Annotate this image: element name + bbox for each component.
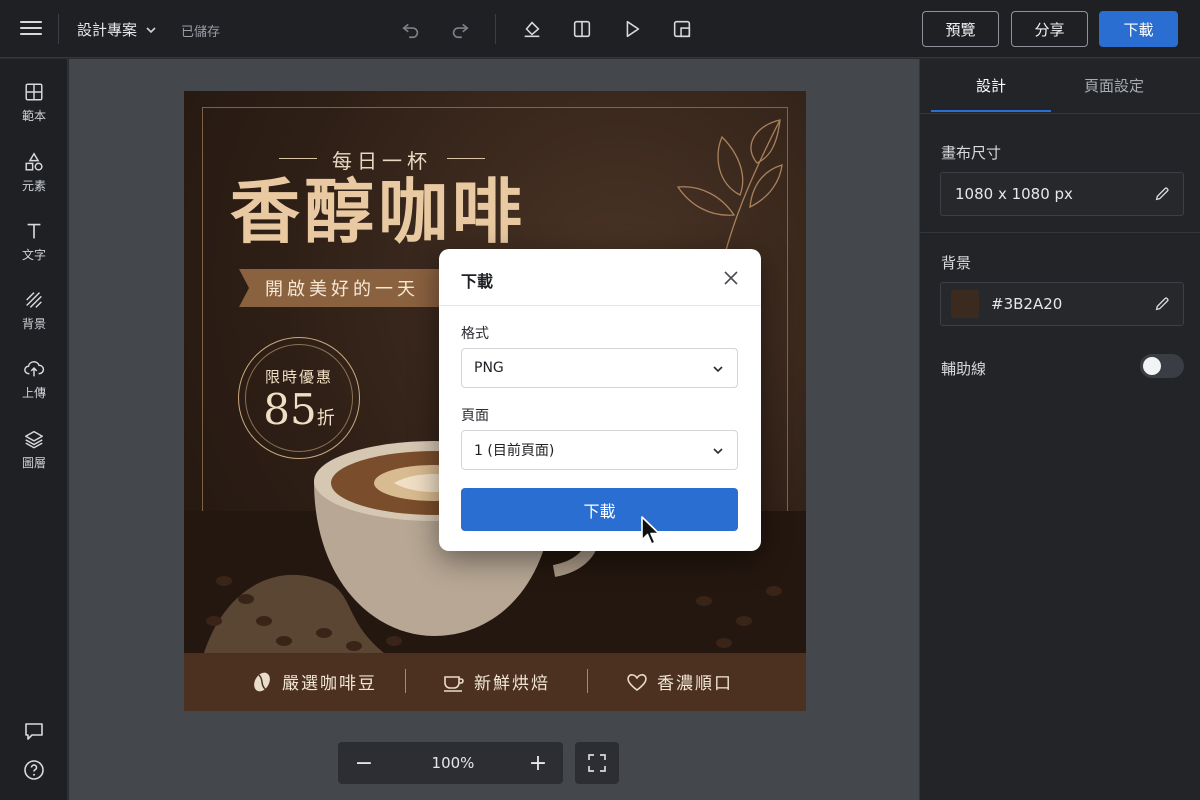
divider xyxy=(58,14,59,44)
color-swatch[interactable] xyxy=(951,290,979,318)
undo-icon[interactable] xyxy=(398,16,424,42)
coffee-bean-icon xyxy=(254,672,270,691)
page-value: 1 (目前頁面) xyxy=(474,443,555,459)
zoom-level: 100% xyxy=(431,754,475,772)
saved-status: 已儲存 xyxy=(181,25,221,40)
canvas-size-value: 1080 x 1080 px xyxy=(955,185,1073,203)
canvas-size-field[interactable]: 1080 x 1080 px xyxy=(940,172,1184,216)
heart-icon xyxy=(627,673,647,691)
background-color-value: #3B2A20 xyxy=(991,295,1063,313)
sidebar-item-upload[interactable]: 上傳 xyxy=(0,354,68,410)
background-label: 背景 xyxy=(941,254,972,272)
template-icon xyxy=(25,83,43,101)
download-button[interactable]: 下載 xyxy=(1099,11,1178,47)
badge-line: 限時優惠 xyxy=(264,367,333,386)
dialog-title: 下載 xyxy=(461,272,494,291)
project-name: 設計專案 xyxy=(77,21,138,39)
format-label: 格式 xyxy=(461,326,489,342)
divider xyxy=(495,14,496,44)
page-select[interactable]: 1 (目前頁面) xyxy=(461,430,738,470)
divider xyxy=(405,669,406,693)
divider xyxy=(587,669,588,693)
sidebar-item-elements[interactable]: 元素 xyxy=(0,147,68,203)
play-icon[interactable] xyxy=(619,16,645,42)
chevron-down-icon xyxy=(146,26,156,33)
split-view-icon[interactable] xyxy=(569,16,595,42)
dialog-download-button[interactable]: 下載 xyxy=(461,488,738,531)
coffee-cup-icon xyxy=(444,675,464,692)
zoom-out-button[interactable]: − xyxy=(350,749,378,777)
top-bar: 設計專案 已儲存 預覽 分享 下載 xyxy=(0,0,1200,58)
upload-icon xyxy=(24,361,45,377)
help-icon[interactable] xyxy=(22,758,46,782)
chevron-down-icon xyxy=(713,448,723,455)
preview-button[interactable]: 預覽 xyxy=(922,11,999,47)
fill-icon[interactable] xyxy=(519,16,545,42)
elements-icon xyxy=(25,152,43,171)
comment-icon[interactable] xyxy=(22,719,46,743)
guides-label: 輔助線 xyxy=(941,360,987,378)
sidebar-item-label: 圖層 xyxy=(21,456,46,470)
share-button[interactable]: 分享 xyxy=(1011,11,1088,47)
fullscreen-icon xyxy=(588,754,606,772)
close-icon[interactable] xyxy=(721,268,741,288)
format-select[interactable]: PNG xyxy=(461,348,738,388)
download-dialog: 下載 格式 PNG 頁面 1 (目前頁面) 下載 xyxy=(439,249,761,551)
sidebar-item-layers[interactable]: 圖層 xyxy=(0,424,68,480)
page-label: 頁面 xyxy=(461,408,489,424)
layers-icon xyxy=(25,430,43,449)
sidebar-item-text[interactable]: 文字 xyxy=(0,216,68,272)
fullscreen-button[interactable] xyxy=(575,742,619,784)
properties-panel: 設計 頁面設定 畫布尺寸 1080 x 1080 px 背景 #3B2A20 輔… xyxy=(919,59,1200,800)
zoom-in-button[interactable]: + xyxy=(524,749,552,777)
divider xyxy=(920,232,1200,233)
sidebar-item-background[interactable]: 背景 xyxy=(0,285,68,341)
sidebar-item-templates[interactable]: 範本 xyxy=(0,77,68,133)
hamburger-menu-icon[interactable] xyxy=(18,17,44,41)
feature-item: 新鮮烘焙 xyxy=(442,669,550,694)
toggle-knob xyxy=(1143,357,1161,375)
divider xyxy=(920,113,1200,114)
resize-icon[interactable] xyxy=(669,16,695,42)
coffee-leaf-illustration xyxy=(676,119,783,265)
headline: 香醇咖啡 xyxy=(230,170,526,253)
project-name-dropdown[interactable]: 設計專案 xyxy=(77,19,157,40)
text-icon xyxy=(27,223,41,239)
edit-pencil-icon[interactable] xyxy=(1153,295,1171,313)
tab-page-settings[interactable]: 頁面設定 xyxy=(1084,75,1144,96)
active-tab-indicator xyxy=(931,110,1051,112)
sidebar-item-label: 元素 xyxy=(21,179,46,193)
background-icon xyxy=(26,292,42,308)
background-color-field[interactable]: #3B2A20 xyxy=(940,282,1184,326)
zoom-controls: − 100% + xyxy=(338,742,563,784)
divider xyxy=(439,305,761,306)
tab-design[interactable]: 設計 xyxy=(976,75,1006,96)
canvas-size-label: 畫布尺寸 xyxy=(941,144,1002,162)
chevron-down-icon xyxy=(713,366,723,373)
feature-item: 嚴選咖啡豆 xyxy=(250,669,377,694)
left-sidebar: 範本 元素 文字 背景 上傳 圖層 xyxy=(0,59,68,800)
guides-toggle[interactable] xyxy=(1140,354,1184,378)
edit-pencil-icon[interactable] xyxy=(1153,185,1171,203)
sidebar-item-label: 範本 xyxy=(21,109,46,123)
sidebar-item-label: 文字 xyxy=(21,248,46,262)
feature-bar: 嚴選咖啡豆 新鮮烘焙 香濃順口 xyxy=(184,653,806,711)
redo-icon[interactable] xyxy=(447,16,473,42)
sidebar-item-label: 背景 xyxy=(21,317,46,331)
sidebar-item-label: 上傳 xyxy=(21,386,46,400)
feature-item: 香濃順口 xyxy=(625,669,733,694)
format-value: PNG xyxy=(474,360,504,376)
